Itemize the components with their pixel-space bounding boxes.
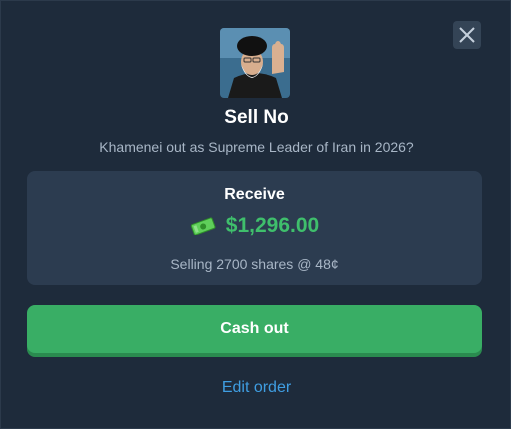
edit-order-link[interactable]: Edit order <box>1 379 511 397</box>
market-avatar <box>220 28 290 98</box>
receive-summary: Receive $1,296.00 Selling 2700 shares @ … <box>27 171 482 285</box>
close-button[interactable] <box>453 21 481 49</box>
market-question: Khamenei out as Supreme Leader of Iran i… <box>99 139 414 155</box>
receive-amount: $1,296.00 <box>225 214 320 237</box>
close-icon <box>459 27 475 43</box>
receive-label: Receive <box>224 186 285 203</box>
cash-out-button[interactable]: Cash out <box>27 305 482 353</box>
sell-details: Selling 2700 shares @ 48¢ <box>170 256 339 272</box>
sell-modal: Sell No Khamenei out as Supreme Leader o… <box>0 0 511 429</box>
money-icon <box>190 217 216 235</box>
modal-title: Sell No <box>224 107 289 128</box>
receive-amount-row: $1,296.00 <box>27 214 482 238</box>
